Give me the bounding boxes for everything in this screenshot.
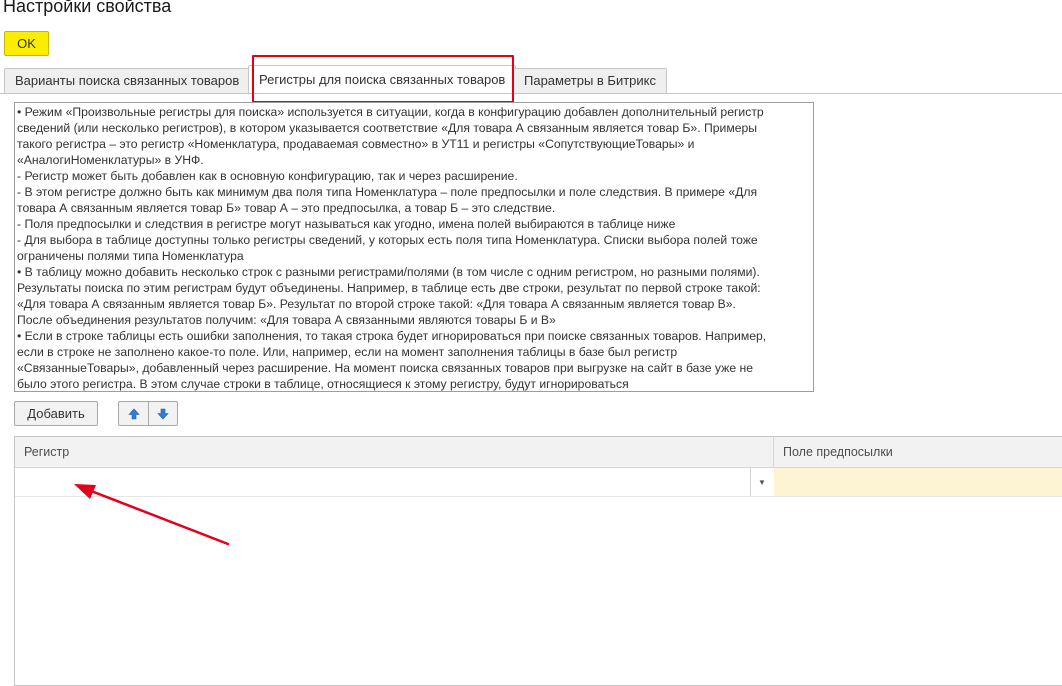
info-line: ограничены полями типа Номенклатура <box>17 249 244 263</box>
info-line: «АналогиНоменклатуры» в УНФ. <box>17 153 204 167</box>
info-line: • Если в строке таблицы есть ошибки запо… <box>17 329 767 343</box>
info-text-box[interactable]: • Режим «Произвольные регистры для поиск… <box>14 102 814 392</box>
info-line: сведений (или несколько регистров), в ко… <box>17 121 758 135</box>
info-line: • Режим «Произвольные регистры для поиск… <box>17 105 764 119</box>
move-buttons-group <box>118 401 178 426</box>
info-line: После объединения результатов получим: «… <box>17 313 556 327</box>
move-up-button[interactable] <box>119 402 148 425</box>
tabs-divider <box>0 93 1062 94</box>
info-line: «Для товара А связанным является товар Б… <box>17 297 736 311</box>
info-line: - Поля предпосылки и следствия в регистр… <box>17 217 676 231</box>
info-line: если в строке не заполнено какое-то поле… <box>17 345 678 359</box>
info-line: товара А связанным является товар Б» тов… <box>17 201 556 215</box>
info-line: было этого регистра. В этом случае строк… <box>17 377 629 391</box>
page-title: Настройки свойства <box>3 0 172 16</box>
ok-button[interactable]: OK <box>4 31 49 56</box>
info-line: такого регистра – это регистр «Номенклат… <box>17 137 695 151</box>
info-line: • В таблицу можно добавить несколько стр… <box>17 265 760 279</box>
info-line: Результаты поиска по этим регистрам буду… <box>17 281 761 295</box>
tab-search-variants[interactable]: Варианты поиска связанных товаров <box>4 68 251 94</box>
info-line: - Для выбора в таблице доступны только р… <box>17 233 758 247</box>
tab-bitrix-params[interactable]: Параметры в Битрикс <box>513 68 667 94</box>
dropdown-arrow-icon: ▼ <box>758 477 766 487</box>
premise-field-cell[interactable] <box>774 468 1062 496</box>
info-line: - В этом регистре должно быть как миниму… <box>17 185 758 199</box>
info-line: «СвязанныеТовары», добавленный через рас… <box>17 361 753 375</box>
register-cell[interactable]: ▼ <box>15 468 773 496</box>
registers-table: Регистр Поле предпосылки ▼ <box>14 436 1062 686</box>
arrow-down-icon <box>157 408 169 419</box>
add-row-button[interactable]: Добавить <box>14 401 98 426</box>
tab-bar: Варианты поиска связанных товаров Регист… <box>0 56 1062 96</box>
column-header-premise-field[interactable]: Поле предпосылки <box>774 437 893 468</box>
tab-search-registers[interactable]: Регистры для поиска связанных товаров <box>248 65 517 95</box>
table-row[interactable]: ▼ <box>15 468 1062 497</box>
info-line: - Регистр может быть добавлен как в осно… <box>17 169 518 183</box>
column-header-register[interactable]: Регистр <box>15 437 69 468</box>
move-down-button[interactable] <box>148 402 177 425</box>
table-header: Регистр Поле предпосылки <box>15 437 1062 468</box>
register-dropdown-button[interactable]: ▼ <box>750 468 773 496</box>
arrow-up-icon <box>127 408 140 419</box>
